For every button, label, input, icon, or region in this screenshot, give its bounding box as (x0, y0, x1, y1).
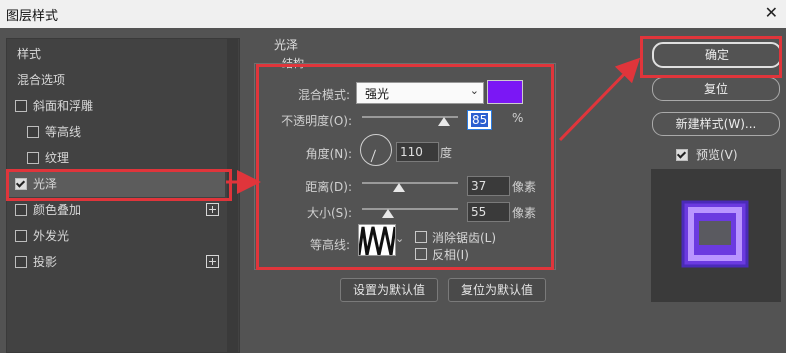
annotation-arrows (226, 57, 641, 194)
arrow-to-ok (558, 57, 641, 142)
